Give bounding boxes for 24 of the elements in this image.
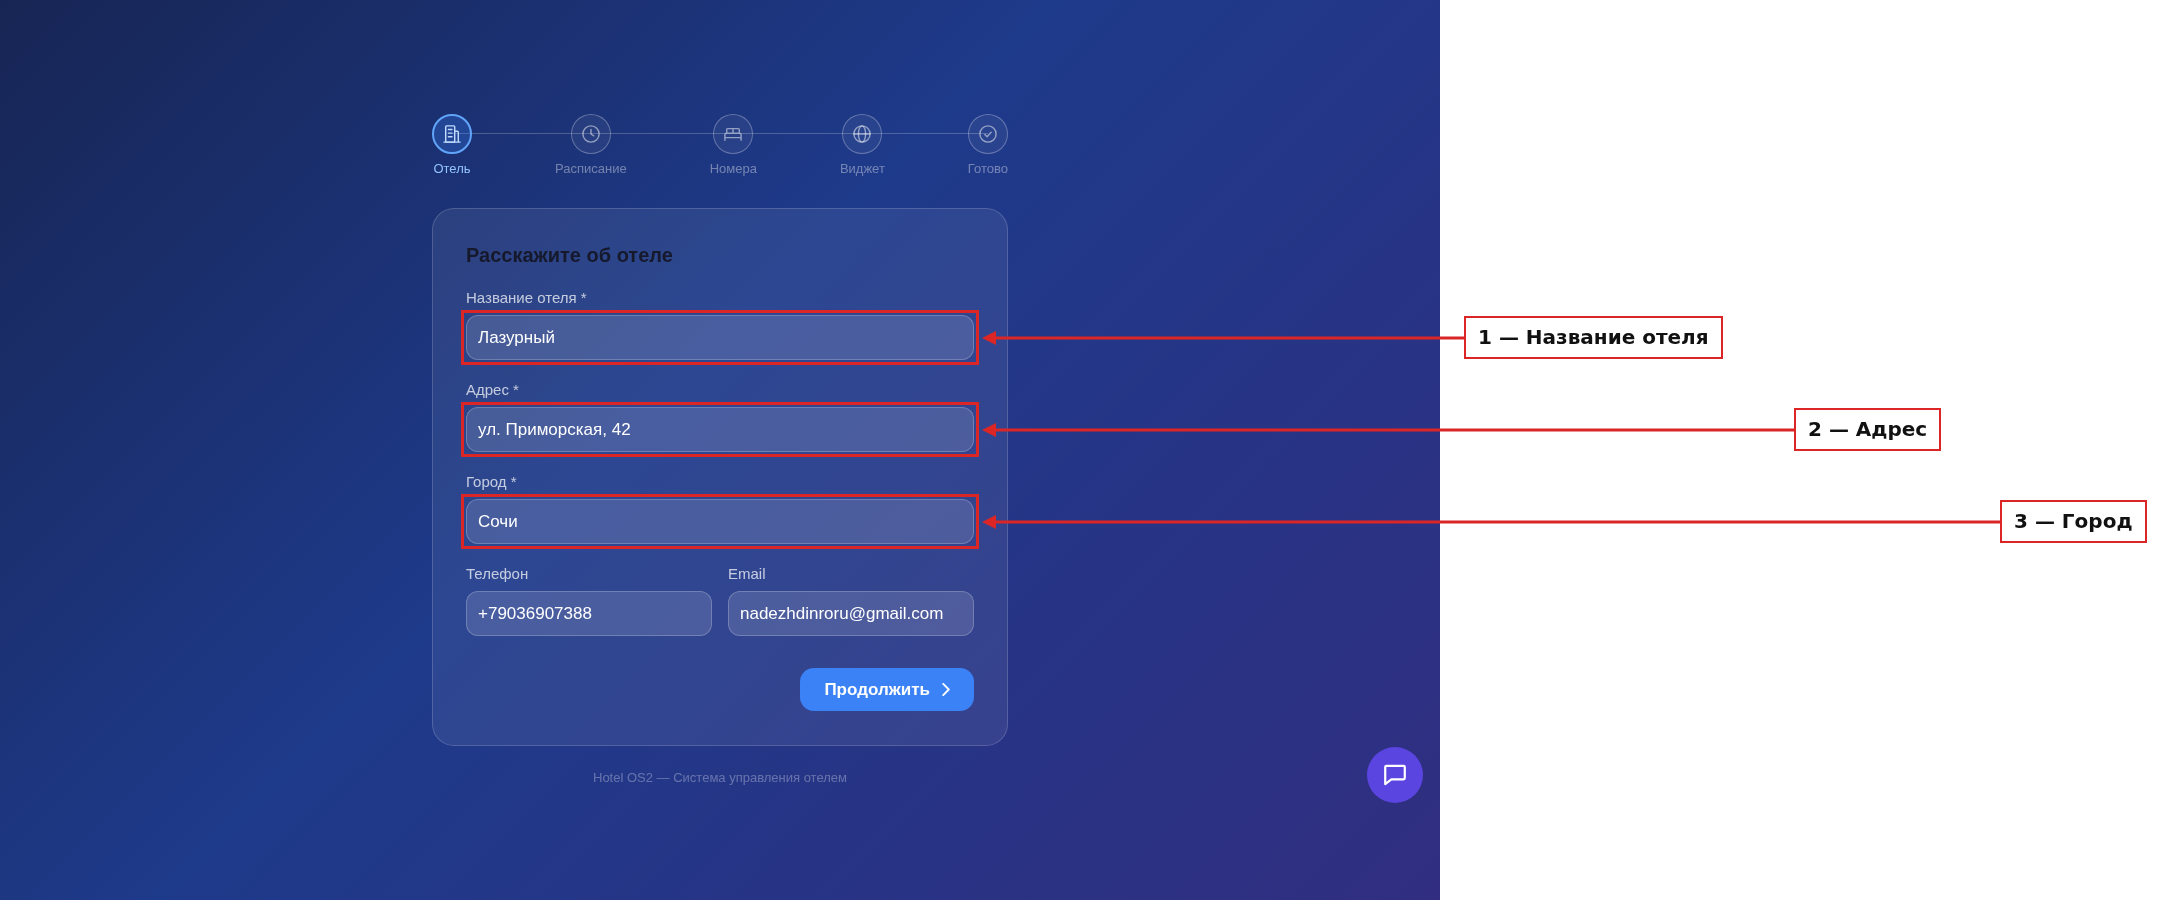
step-label: Виджет bbox=[839, 161, 885, 177]
building-icon bbox=[432, 114, 472, 154]
bed-icon bbox=[713, 114, 754, 154]
field-label: Адрес * bbox=[466, 380, 520, 400]
continue-button[interactable]: Продолжить bbox=[800, 668, 974, 711]
chat-bubble-icon bbox=[1384, 764, 1406, 786]
footer-text: Hotel OS2 — Система управления отелем bbox=[592, 770, 848, 786]
step-label: Расписание bbox=[555, 161, 627, 177]
chevron-right-icon bbox=[942, 683, 950, 696]
field-label: Название отеля * bbox=[466, 288, 588, 308]
step-label: Готово bbox=[967, 161, 1008, 177]
form-title: Расскажите об отеле bbox=[466, 243, 674, 268]
chat-button[interactable] bbox=[1367, 747, 1423, 803]
callout-label: 2 — Адрес bbox=[1794, 408, 1942, 451]
step-label: Номера bbox=[709, 161, 757, 177]
field-label: Email bbox=[728, 564, 767, 584]
step-label: Отель bbox=[433, 161, 471, 177]
callout-label: 3 — Город bbox=[2000, 500, 2147, 543]
clock-icon bbox=[570, 114, 611, 154]
callout-label: 1 — Название отеля bbox=[1464, 316, 1723, 359]
field-label: Город * bbox=[466, 472, 518, 492]
field-label: Телефон bbox=[466, 564, 530, 584]
globe-icon bbox=[842, 114, 883, 154]
check-circle-icon bbox=[967, 114, 1008, 154]
